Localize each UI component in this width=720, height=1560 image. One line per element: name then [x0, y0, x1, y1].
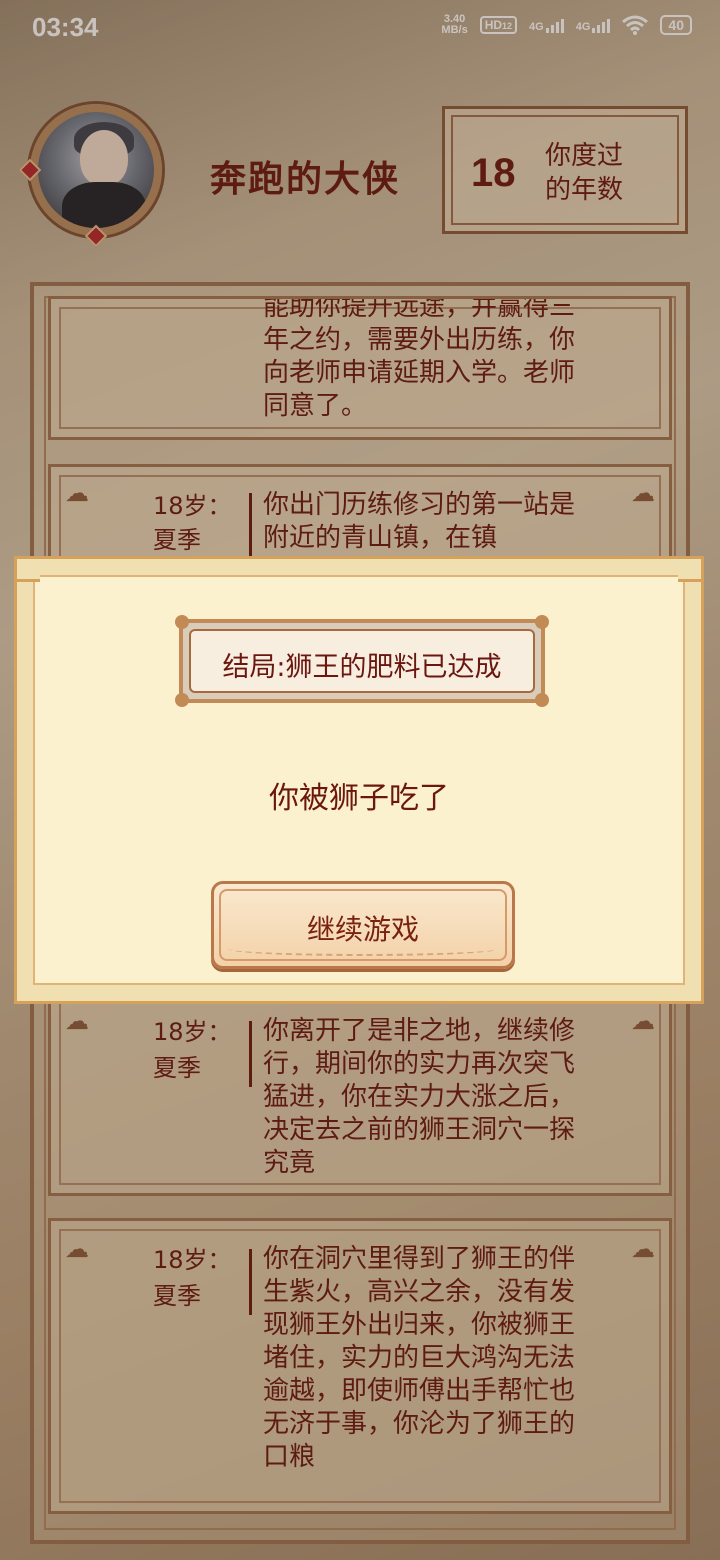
wave-ornament	[228, 942, 498, 956]
ending-title: 结局:狮王的肥料已达成	[222, 652, 502, 683]
dialog-corner-right	[678, 556, 704, 582]
ending-description: 你被狮子吃了	[269, 781, 449, 816]
continue-game-button[interactable]: 继续游戏	[211, 881, 515, 969]
ending-title-plaque: 结局:狮王的肥料已达成	[175, 615, 549, 707]
ending-dialog: 结局:狮王的肥料已达成 你被狮子吃了 继续游戏	[14, 556, 704, 1004]
dialog-corner-left	[14, 556, 40, 582]
